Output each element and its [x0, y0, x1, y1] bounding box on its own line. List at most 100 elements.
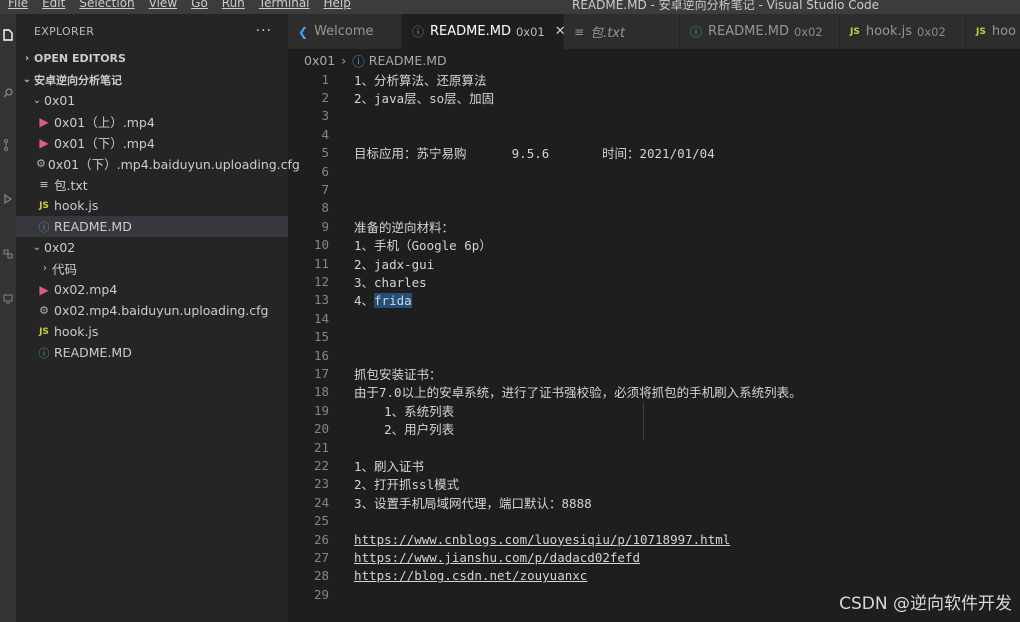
line-number: 8 [321, 200, 329, 216]
line-number: 5 [321, 145, 329, 161]
gear-icon: ⚙ [39, 304, 49, 317]
editor-line[interactable]: 21 [288, 438, 1020, 456]
open-editors-section[interactable]: › OPEN EDITORS [16, 48, 288, 69]
menu-view[interactable]: View [149, 0, 177, 10]
line-text: 目标应用：苏宁易购 9.5.6 时间：2021/01/04 [354, 146, 715, 162]
editor-line[interactable]: 27 https://www.jianshu.com/p/dadacd02fefd [288, 548, 1020, 566]
remote-explorer-icon[interactable] [0, 292, 16, 306]
editor-line[interactable]: 19 1、系统列表 [288, 401, 1020, 419]
editor-line[interactable]: 9 准备的逆向材料： [288, 217, 1020, 235]
tab-hook-js[interactable]: JS hoo [966, 14, 1020, 49]
url-link[interactable]: https://blog.csdn.net/zouyuanxc [354, 568, 587, 583]
editor-line[interactable]: 24 3、设置手机局域网代理，端口默认：8888 [288, 493, 1020, 511]
line-number: 11 [313, 255, 329, 271]
tree-file-item[interactable]: ≡ 包.txt [16, 174, 288, 195]
tree-file-item[interactable]: ▶ 0x02.mp4 [16, 279, 288, 300]
editor-line[interactable]: 23 2、打开抓ssl模式 [288, 475, 1020, 493]
line-prefix: 4、 [354, 293, 375, 309]
editor-line[interactable]: 18 由于7.0以上的安卓系统，进行了证书强校验，必须将抓包的手机刷入系统列表。 [288, 383, 1020, 401]
editor-line[interactable]: 3 [288, 107, 1020, 125]
editor-line[interactable]: 2 2、java层、so层、加固 [288, 88, 1020, 106]
menu-edit[interactable]: Edit [42, 0, 65, 10]
editor-line[interactable]: 8 [288, 199, 1020, 217]
editor-line[interactable]: 17 抓包安装证书： [288, 364, 1020, 382]
menu-run[interactable]: Run [222, 0, 245, 10]
tab-readme-0x02[interactable]: ⓘ README.MD 0x02 [680, 14, 840, 49]
tree-file-item[interactable]: JS hook.js [16, 195, 288, 216]
tree-file-item[interactable]: ⚙ 0x02.mp4.baiduyun.uploading.cfg [16, 300, 288, 321]
line-number: 17 [313, 366, 329, 382]
editor-line[interactable]: 25 [288, 512, 1020, 530]
menu-help[interactable]: Help [324, 0, 351, 10]
source-control-icon[interactable] [0, 138, 16, 152]
tab-welcome[interactable]: ❮ Welcome [288, 14, 402, 49]
workspace-root-section[interactable]: ⌄ 安卓逆向分析笔记 [16, 69, 288, 90]
breadcrumb-file[interactable]: README.MD [369, 53, 447, 68]
gear-icon: ⚙ [36, 157, 46, 170]
editor-line[interactable]: 14 [288, 309, 1020, 327]
line-number: 7 [321, 182, 329, 198]
editor-line[interactable]: 6 [288, 162, 1020, 180]
breadcrumb-folder[interactable]: 0x01 [304, 53, 335, 68]
line-number: 24 [313, 494, 329, 510]
editor-line[interactable]: 13 4、frida [288, 291, 1020, 309]
line-number: 25 [313, 513, 329, 529]
editor-line[interactable]: 10 1、手机（Google 6p） [288, 236, 1020, 254]
tree-item-label: 包.txt [54, 178, 88, 193]
line-text: 抓包安装证书： [354, 367, 442, 383]
editor-line[interactable]: 28 https://blog.csdn.net/zouyuanxc [288, 567, 1020, 585]
tree-file-item[interactable]: ▶ 0x01（上）.mp4 [16, 111, 288, 132]
editor-line[interactable]: 7 [288, 180, 1020, 198]
menu-file[interactable]: File [8, 0, 28, 10]
line-number: 10 [313, 237, 329, 253]
menu-selection[interactable]: Selection [79, 0, 134, 10]
tab-readme-0x01[interactable]: ⓘ README.MD 0x01 ✕ [402, 14, 566, 49]
tree-file-item[interactable]: JS hook.js [16, 321, 288, 342]
info-icon: ⓘ [412, 25, 425, 39]
editor-line[interactable]: 15 [288, 328, 1020, 346]
tree-folder-0x02[interactable]: ⌄ 0x02 [16, 237, 288, 258]
editor-line[interactable]: 11 2、jadx-gui [288, 254, 1020, 272]
line-text: https://blog.csdn.net/zouyuanxc [354, 568, 587, 583]
tree-item-label: 0x01（下）.mp4 [54, 136, 155, 151]
editor-line[interactable]: 12 3、charles [288, 272, 1020, 290]
tree-folder-code[interactable]: › 代码 [16, 258, 288, 279]
editor-line[interactable]: 20 2、用户列表 [288, 420, 1020, 438]
url-link[interactable]: https://www.jianshu.com/p/dadacd02fefd [354, 550, 640, 565]
tree-file-item[interactable]: ▶ 0x01（下）.mp4 [16, 132, 288, 153]
editor-line[interactable]: 16 [288, 346, 1020, 364]
editor-line[interactable]: 1 1、分析算法、还原算法 [288, 70, 1020, 88]
run-debug-icon[interactable] [0, 192, 16, 206]
tree-file-item[interactable]: ⚙ 0x01（下）.mp4.baiduyun.uploading.cfg [16, 153, 300, 174]
tab-label: README.MD [708, 24, 789, 39]
line-number: 12 [313, 274, 329, 290]
info-icon: ⓘ [38, 346, 50, 360]
tree-file-item[interactable]: ⓘ README.MD [16, 342, 288, 363]
explorer-icon[interactable] [0, 28, 16, 42]
line-text: 2、jadx-gui [354, 256, 435, 272]
editor-line[interactable]: 22 1、刷入证书 [288, 456, 1020, 474]
tab-label: 包.txt [590, 26, 626, 41]
line-number: 6 [321, 163, 329, 179]
tree-item-label: 0x02.mp4.baiduyun.uploading.cfg [54, 303, 269, 318]
url-link[interactable]: https://www.cnblogs.com/luoyesiqiu/p/107… [354, 532, 730, 547]
code-editor[interactable]: 1 1、分析算法、还原算法 2 2、java层、so层、加固 3 4 5 目标应用：苏宁易购 … [288, 69, 1020, 622]
menu-go[interactable]: Go [191, 0, 208, 10]
editor-line[interactable]: 5 目标应用：苏宁易购 9.5.6 时间：2021/01/04 [288, 144, 1020, 162]
extensions-icon[interactable] [0, 246, 16, 260]
menu-bar: File Edit Selection View Go Run Terminal… [8, 0, 351, 10]
chevron-right-icon: › [24, 53, 30, 64]
tree-file-item-selected[interactable]: ⓘ README.MD [16, 216, 288, 237]
search-icon[interactable] [0, 86, 16, 100]
line-number: 14 [313, 310, 329, 326]
menu-terminal[interactable]: Terminal [259, 0, 310, 10]
tree-folder-0x01[interactable]: ⌄ 0x01 [16, 90, 288, 111]
tab-bao-txt[interactable]: ≡ 包.txt [564, 14, 680, 49]
line-text: 3、charles [354, 275, 427, 291]
editor-line[interactable]: 26 https://www.cnblogs.com/luoyesiqiu/p/1… [288, 530, 1020, 548]
tab-hook-js-0x02[interactable]: JS hook.js 0x02 [840, 14, 966, 49]
line-number: 26 [313, 531, 329, 547]
more-actions-icon[interactable]: ··· [256, 23, 272, 39]
text-file-icon: ≡ [39, 178, 49, 191]
editor-line[interactable]: 4 [288, 125, 1020, 143]
